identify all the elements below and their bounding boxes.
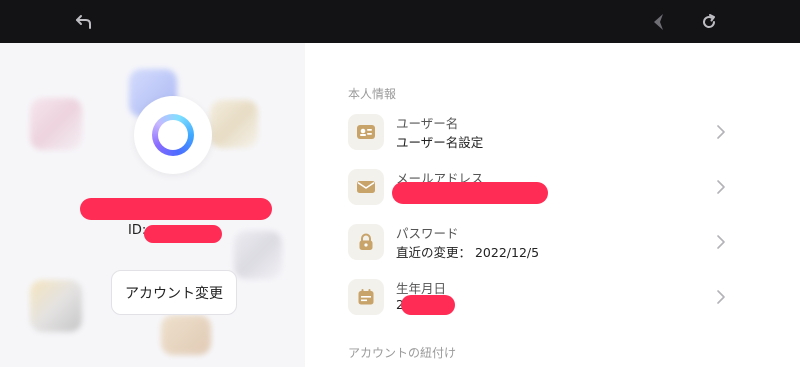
redacted-email: [392, 182, 548, 204]
pin-icon: [654, 14, 663, 30]
avatar[interactable]: [134, 96, 212, 174]
back-button[interactable]: [71, 9, 97, 35]
username-value: ユーザー名設定: [396, 135, 484, 150]
profile-panel: ID: アカウント変更: [0, 43, 305, 367]
section-title-personal-info: 本人情報: [348, 87, 397, 101]
refresh-button[interactable]: [696, 9, 722, 35]
refresh-icon: [703, 14, 716, 28]
row-password[interactable]: パスワード 直近の変更： 2022/12/5: [348, 221, 728, 265]
back-arrow-icon: [76, 15, 91, 29]
section-title-account-linking: アカウントの紐付け: [348, 346, 457, 360]
password-title: パスワード: [396, 226, 459, 241]
blurred-avatar-tile: [161, 315, 211, 355]
chevron-right-icon: [717, 180, 725, 194]
mail-icon: [348, 169, 384, 205]
username-title: ユーザー名: [396, 116, 459, 131]
redacted-birthday: [401, 295, 455, 315]
chevron-right-icon: [717, 290, 725, 304]
blurred-avatar-tile: [30, 98, 82, 150]
redacted-username: [80, 198, 272, 220]
settings-panel: 本人情報 ユーザー名 ユーザー名設定 メールアドレス パスワード 直近の変更： …: [305, 43, 800, 367]
blurred-avatar-tile: [210, 100, 258, 148]
chevron-right-icon: [717, 235, 725, 249]
lock-icon: [348, 224, 384, 260]
blurred-avatar-tile: [234, 231, 282, 279]
password-last-changed: 直近の変更： 2022/12/5: [396, 245, 540, 260]
app-logo-icon: [152, 114, 194, 156]
row-username[interactable]: ユーザー名 ユーザー名設定: [348, 111, 728, 155]
redacted-user-id: [144, 225, 222, 243]
id-card-icon: [348, 114, 384, 150]
blurred-avatar-tile: [30, 280, 82, 332]
top-bar: [0, 0, 800, 43]
account-change-button[interactable]: アカウント変更: [111, 270, 237, 315]
pin-button[interactable]: [646, 9, 672, 35]
chevron-right-icon: [717, 125, 725, 139]
calendar-icon: [348, 279, 384, 315]
